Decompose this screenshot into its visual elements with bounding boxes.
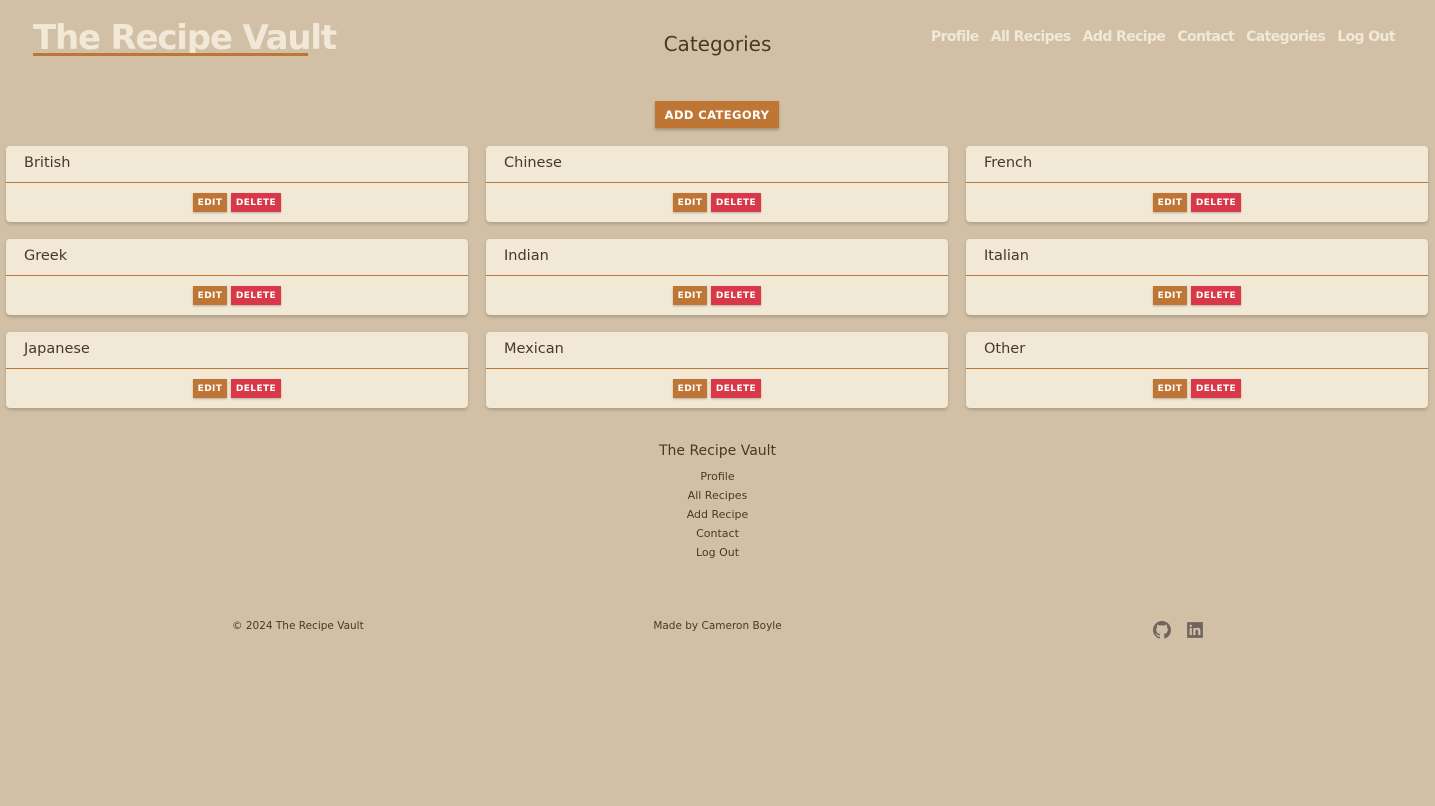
category-card-japanese: Japanese EDIT DELETE (6, 332, 468, 408)
social-links (1153, 621, 1204, 639)
category-card-mexican: Mexican EDIT DELETE (486, 332, 948, 408)
nav-all-recipes[interactable]: All Recipes (991, 27, 1072, 47)
card-actions: EDIT DELETE (966, 286, 1428, 305)
category-name: Greek (6, 239, 468, 276)
add-category-button[interactable]: ADD CATEGORY (655, 101, 779, 128)
nav-profile[interactable]: Profile (931, 27, 979, 47)
footer-title: The Recipe Vault (658, 443, 777, 459)
edit-button[interactable]: EDIT (673, 193, 707, 212)
site-header: The Recipe Vault Categories Profile All … (0, 0, 1435, 90)
edit-button[interactable]: EDIT (193, 286, 227, 305)
card-actions: EDIT DELETE (486, 379, 948, 398)
category-name: Chinese (486, 146, 948, 183)
card-actions: EDIT DELETE (486, 193, 948, 212)
category-name: Indian (486, 239, 948, 276)
category-name: Mexican (486, 332, 948, 369)
category-card-greek: Greek EDIT DELETE (6, 239, 468, 315)
category-card-other: Other EDIT DELETE (966, 332, 1428, 408)
delete-button[interactable]: DELETE (1191, 193, 1241, 212)
footer-nav: Profile All Recipes Add Recipe Contact L… (0, 467, 1435, 562)
card-actions: EDIT DELETE (966, 193, 1428, 212)
card-actions: EDIT DELETE (486, 286, 948, 305)
delete-button[interactable]: DELETE (711, 193, 761, 212)
delete-button[interactable]: DELETE (1191, 379, 1241, 398)
nav-add-recipe[interactable]: Add Recipe (1083, 27, 1166, 47)
card-actions: EDIT DELETE (6, 193, 468, 212)
edit-button[interactable]: EDIT (1153, 286, 1187, 305)
category-name: British (6, 146, 468, 183)
linkedin-icon[interactable] (1186, 621, 1204, 639)
delete-button[interactable]: DELETE (231, 286, 281, 305)
delete-button[interactable]: DELETE (711, 286, 761, 305)
edit-button[interactable]: EDIT (673, 379, 707, 398)
category-name: French (966, 146, 1428, 183)
edit-button[interactable]: EDIT (1153, 379, 1187, 398)
edit-button[interactable]: EDIT (193, 193, 227, 212)
nav-contact[interactable]: Contact (1177, 27, 1234, 47)
footer-link-all-recipes[interactable]: All Recipes (688, 486, 748, 505)
footer-link-add-recipe[interactable]: Add Recipe (687, 505, 749, 524)
card-actions: EDIT DELETE (6, 286, 468, 305)
category-card-british: British EDIT DELETE (6, 146, 468, 222)
category-name: Other (966, 332, 1428, 369)
category-card-indian: Indian EDIT DELETE (486, 239, 948, 315)
delete-button[interactable]: DELETE (231, 193, 281, 212)
delete-button[interactable]: DELETE (231, 379, 281, 398)
main-nav: Profile All Recipes Add Recipe Contact C… (931, 27, 1396, 47)
category-name: Japanese (6, 332, 468, 369)
nav-categories[interactable]: Categories (1246, 27, 1326, 47)
delete-button[interactable]: DELETE (711, 379, 761, 398)
made-by-text: Made by Cameron Boyle (653, 620, 782, 632)
footer-link-log-out[interactable]: Log Out (696, 543, 739, 562)
edit-button[interactable]: EDIT (193, 379, 227, 398)
nav-log-out[interactable]: Log Out (1337, 27, 1395, 47)
edit-button[interactable]: EDIT (1153, 193, 1187, 212)
card-actions: EDIT DELETE (966, 379, 1428, 398)
category-grid: British EDIT DELETE Chinese EDIT DELETE … (6, 146, 1429, 408)
category-card-french: French EDIT DELETE (966, 146, 1428, 222)
category-card-italian: Italian EDIT DELETE (966, 239, 1428, 315)
github-icon[interactable] (1153, 621, 1171, 639)
category-name: Italian (966, 239, 1428, 276)
delete-button[interactable]: DELETE (1191, 286, 1241, 305)
edit-button[interactable]: EDIT (673, 286, 707, 305)
category-card-chinese: Chinese EDIT DELETE (486, 146, 948, 222)
footer-link-profile[interactable]: Profile (700, 467, 734, 486)
footer-link-contact[interactable]: Contact (696, 524, 739, 543)
card-actions: EDIT DELETE (6, 379, 468, 398)
